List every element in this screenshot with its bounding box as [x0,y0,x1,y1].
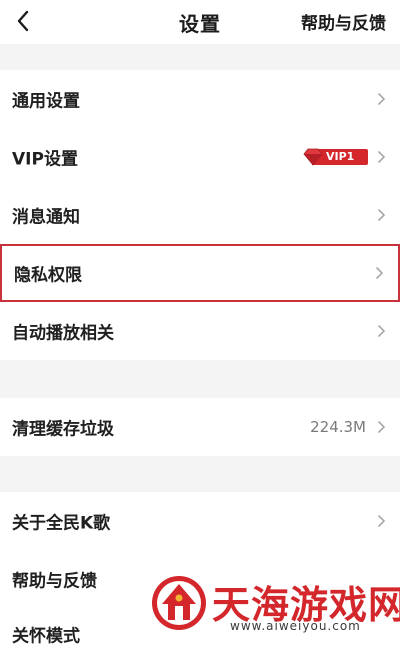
watermark-url: www.aiweiyou.com [230,619,361,633]
chevron-right-icon [378,325,385,337]
settings-item-autoplay[interactable]: 自动播放相关 [0,302,400,360]
chevron-right-icon [378,209,385,221]
cache-size-value: 224.3M [310,418,366,436]
chevron-right-icon [376,267,383,279]
settings-item-privacy[interactable]: 隐私权限 [0,244,400,302]
chevron-right-icon [378,93,385,105]
watermark-logo-icon [152,576,206,630]
settings-item-label: 隐私权限 [14,265,82,286]
nav-bar: 设置 帮助与反馈 [0,0,400,44]
settings-item-label: VIP设置 [12,149,78,170]
section-divider [0,456,400,492]
settings-item-vip[interactable]: VIP设置 VIP1 [0,128,400,186]
settings-item-label: 帮助与反馈 [12,571,97,592]
help-feedback-link[interactable]: 帮助与反馈 [301,9,386,34]
settings-item-label: 关怀模式 [12,626,80,647]
vip-level-badge: VIP1 [302,148,368,166]
settings-item-label: 自动播放相关 [12,323,114,344]
settings-item-about[interactable]: 关于全民K歌 [0,492,400,550]
settings-item-label: 关于全民K歌 [12,513,111,534]
settings-item-label: 通用设置 [12,91,80,112]
settings-item-label: 清理缓存垃圾 [12,419,114,440]
site-watermark: 天海游戏网 www.aiweiyou.com [150,572,400,636]
chevron-right-icon [378,515,385,527]
settings-item-general[interactable]: 通用设置 [0,70,400,128]
settings-item-label: 消息通知 [12,207,80,228]
section-divider [0,44,400,70]
vip-badge-text: VIP1 [326,150,355,163]
settings-item-clear-cache[interactable]: 清理缓存垃圾 224.3M [0,398,400,456]
chevron-right-icon [378,151,385,163]
settings-item-notifications[interactable]: 消息通知 [0,186,400,244]
section-divider [0,360,400,398]
chevron-right-icon [378,421,385,433]
